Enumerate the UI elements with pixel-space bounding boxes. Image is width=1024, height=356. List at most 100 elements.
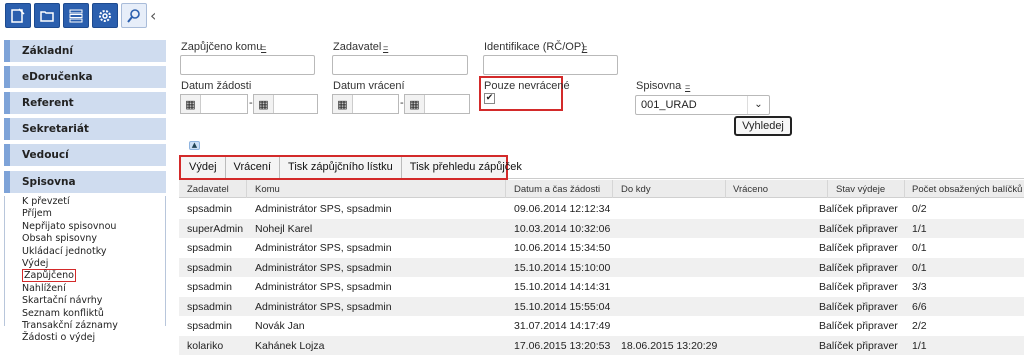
divider [508, 178, 1024, 179]
cell-due: 18.06.2015 13:20:29 [621, 339, 718, 352]
column-divider [505, 180, 506, 198]
cell-issue-status: Balíček připraver [819, 242, 898, 254]
sidebar-item-transakcni-zaznamy[interactable]: Transakční záznamy [5, 320, 165, 332]
search-button[interactable]: Vyhledej [734, 116, 792, 136]
archive-select-value: 001_URAD [641, 99, 697, 111]
column-divider [246, 180, 247, 198]
sidebar-section-spisovna[interactable]: Spisovna [4, 171, 166, 193]
request-date-from[interactable]: ▦ [180, 94, 248, 114]
folder-icon[interactable] [34, 3, 60, 28]
sidebar-item-skartacni-navrhy[interactable]: Skartační návrhy [5, 295, 165, 307]
table-row[interactable]: spsadmin Administrátor SPS, spsadmin 15.10… [179, 277, 1024, 297]
calendar-icon[interactable]: ▦ [254, 95, 274, 113]
identification-input[interactable] [483, 55, 618, 75]
issue-button[interactable]: Výdej [181, 157, 226, 178]
calendar-icon[interactable]: ▦ [333, 95, 353, 113]
table-row[interactable]: spsadmin Novák Jan 31.07.2014 14:17:49 Balí… [179, 316, 1024, 336]
cell-request-datetime: 10.06.2014 15:34:50 [514, 242, 611, 254]
column-divider [725, 180, 726, 198]
sidebar-item-zapujceno-label: Zapůjčeno [22, 269, 76, 283]
cell-requester: spsadmin [187, 261, 232, 274]
request-date-to[interactable]: ▦ [253, 94, 318, 114]
cell-requester: kolariko [187, 339, 224, 352]
identification-operator[interactable]: = [582, 43, 587, 53]
cell-requester: spsadmin [187, 242, 232, 254]
borrowed-to-input[interactable] [180, 55, 315, 75]
table-row[interactable]: spsadmin Administrátor SPS, spsadmin 15.10… [179, 257, 1024, 277]
gear-icon[interactable] [92, 3, 118, 28]
requester-operator[interactable]: = [383, 43, 388, 53]
chevron-down-icon[interactable]: ⌄ [747, 96, 769, 114]
collapse-filter-icon[interactable]: ▲ [189, 141, 200, 150]
request-date-label: Datum žádosti [181, 80, 252, 92]
sidebar-item-prijem[interactable]: Příjem [5, 208, 165, 220]
cell-package-count: 1/1 [912, 339, 927, 352]
sidebar-section-vedouci[interactable]: Vedoucí [4, 144, 166, 166]
column-header-requester[interactable]: Zadavatel [187, 184, 229, 195]
search-icon[interactable] [121, 3, 147, 28]
action-toolbar: Výdej Vrácení Tisk zápůjčního lístku Tis… [179, 155, 522, 180]
cell-issue-status: Balíček připraver [819, 320, 898, 332]
top-toolbar: ‹ [0, 0, 1024, 32]
column-divider [612, 180, 613, 198]
list-icon[interactable] [63, 3, 89, 28]
sidebar-spisovna-list: K převzetí Příjem Nepřijato spisovnou Ob… [4, 196, 166, 343]
cell-package-count: 3/3 [912, 281, 927, 293]
table-row[interactable]: kolariko Kahánek Lojza 17.06.2015 13:20:53… [179, 335, 1024, 355]
cell-request-datetime: 17.06.2015 13:20:53 [514, 339, 611, 352]
sidebar-section-referent[interactable]: Referent [4, 92, 166, 114]
return-date-from[interactable]: ▦ [332, 94, 399, 114]
cell-issue-status: Balíček připraver [819, 203, 898, 215]
return-date-label: Datum vrácení [333, 80, 405, 92]
sidebar-item-neprijato[interactable]: Nepřijato spisovnou [5, 221, 165, 233]
table-row[interactable]: spsadmin Administrátor SPS, spsadmin 15.10… [179, 296, 1024, 316]
cell-package-count: 0/2 [912, 203, 927, 215]
return-date-to[interactable]: ▦ [404, 94, 470, 114]
cell-issue-status: Balíček připraver [819, 300, 898, 313]
sidebar-section-zakladni[interactable]: Základní [4, 40, 166, 62]
column-header-package-count[interactable]: Počet obsažených balíčků [912, 184, 1022, 195]
not-returned-label: Pouze nevrácené [484, 80, 570, 92]
cell-to-whom: Administrátor SPS, spsadmin [255, 281, 392, 293]
print-loan-overview-button[interactable]: Tisk přehledu zápůjček [402, 157, 530, 178]
column-header-request-datetime[interactable]: Datum a čas žádosti [514, 184, 600, 195]
sidebar-item-k-prevzeti[interactable]: K převzetí [5, 196, 165, 208]
sidebar-item-nahlizeni[interactable]: Nahlížení [5, 283, 165, 295]
sidebar-item-zadosti-o-vydej[interactable]: Žádosti o výdej [5, 332, 165, 344]
table-row[interactable]: spsadmin Administrátor SPS, spsadmin 09.06… [179, 199, 1024, 219]
sidebar-item-zapujceno[interactable]: Zapůjčeno [5, 269, 165, 283]
sidebar-section-edorucenka[interactable]: eDoručenka [4, 66, 166, 88]
sidebar-item-obsah-spisovny[interactable]: Obsah spisovny [5, 233, 165, 245]
cell-requester: spsadmin [187, 320, 232, 332]
sidebar-item-seznam-konfliktu[interactable]: Seznam konfliktů [5, 308, 165, 320]
table-header: Zadavatel Komu Datum a čas žádosti Do kd… [179, 180, 1024, 198]
column-header-to-whom[interactable]: Komu [255, 184, 280, 195]
archive-select[interactable]: 001_URAD ⌄ [635, 95, 770, 115]
requester-input[interactable] [332, 55, 468, 75]
requester-label: Zadavatel [333, 41, 382, 53]
table-row[interactable]: spsadmin Administrátor SPS, spsadmin 10.06… [179, 238, 1024, 258]
calendar-icon[interactable]: ▦ [405, 95, 425, 113]
archive-label: Spisovna [636, 80, 682, 92]
sidebar-section-sekretariat[interactable]: Sekretariát [4, 118, 166, 140]
chevron-left-icon[interactable]: ‹ [150, 6, 156, 25]
column-header-issue-status[interactable]: Stav výdeje [836, 184, 885, 195]
cell-requester: superAdmin [187, 222, 244, 235]
cell-issue-status: Balíček připraver [819, 222, 898, 235]
calendar-icon[interactable]: ▦ [181, 95, 201, 113]
sidebar-item-ukladaci-jednotky[interactable]: Ukládací jednotky [5, 246, 165, 258]
column-header-returned[interactable]: Vráceno [733, 184, 768, 195]
print-loan-slip-button[interactable]: Tisk zápůjčního lístku [280, 157, 402, 178]
not-returned-checkbox[interactable]: ✔ [484, 93, 495, 104]
cell-package-count: 2/2 [912, 320, 927, 332]
borrowed-to-operator[interactable]: = [261, 43, 266, 53]
table-row[interactable]: superAdmin Nohejl Karel 10.03.2014 10:32:0… [179, 218, 1024, 238]
cell-request-datetime: 31.07.2014 14:17:49 [514, 320, 611, 332]
column-header-due[interactable]: Do kdy [621, 184, 651, 195]
archive-operator[interactable]: = [685, 82, 690, 92]
cell-to-whom: Administrátor SPS, spsadmin [255, 261, 392, 274]
cell-to-whom: Administrátor SPS, spsadmin [255, 242, 392, 254]
cell-issue-status: Balíček připraver [819, 261, 898, 274]
new-document-icon[interactable] [5, 3, 31, 28]
return-button[interactable]: Vrácení [226, 157, 281, 178]
